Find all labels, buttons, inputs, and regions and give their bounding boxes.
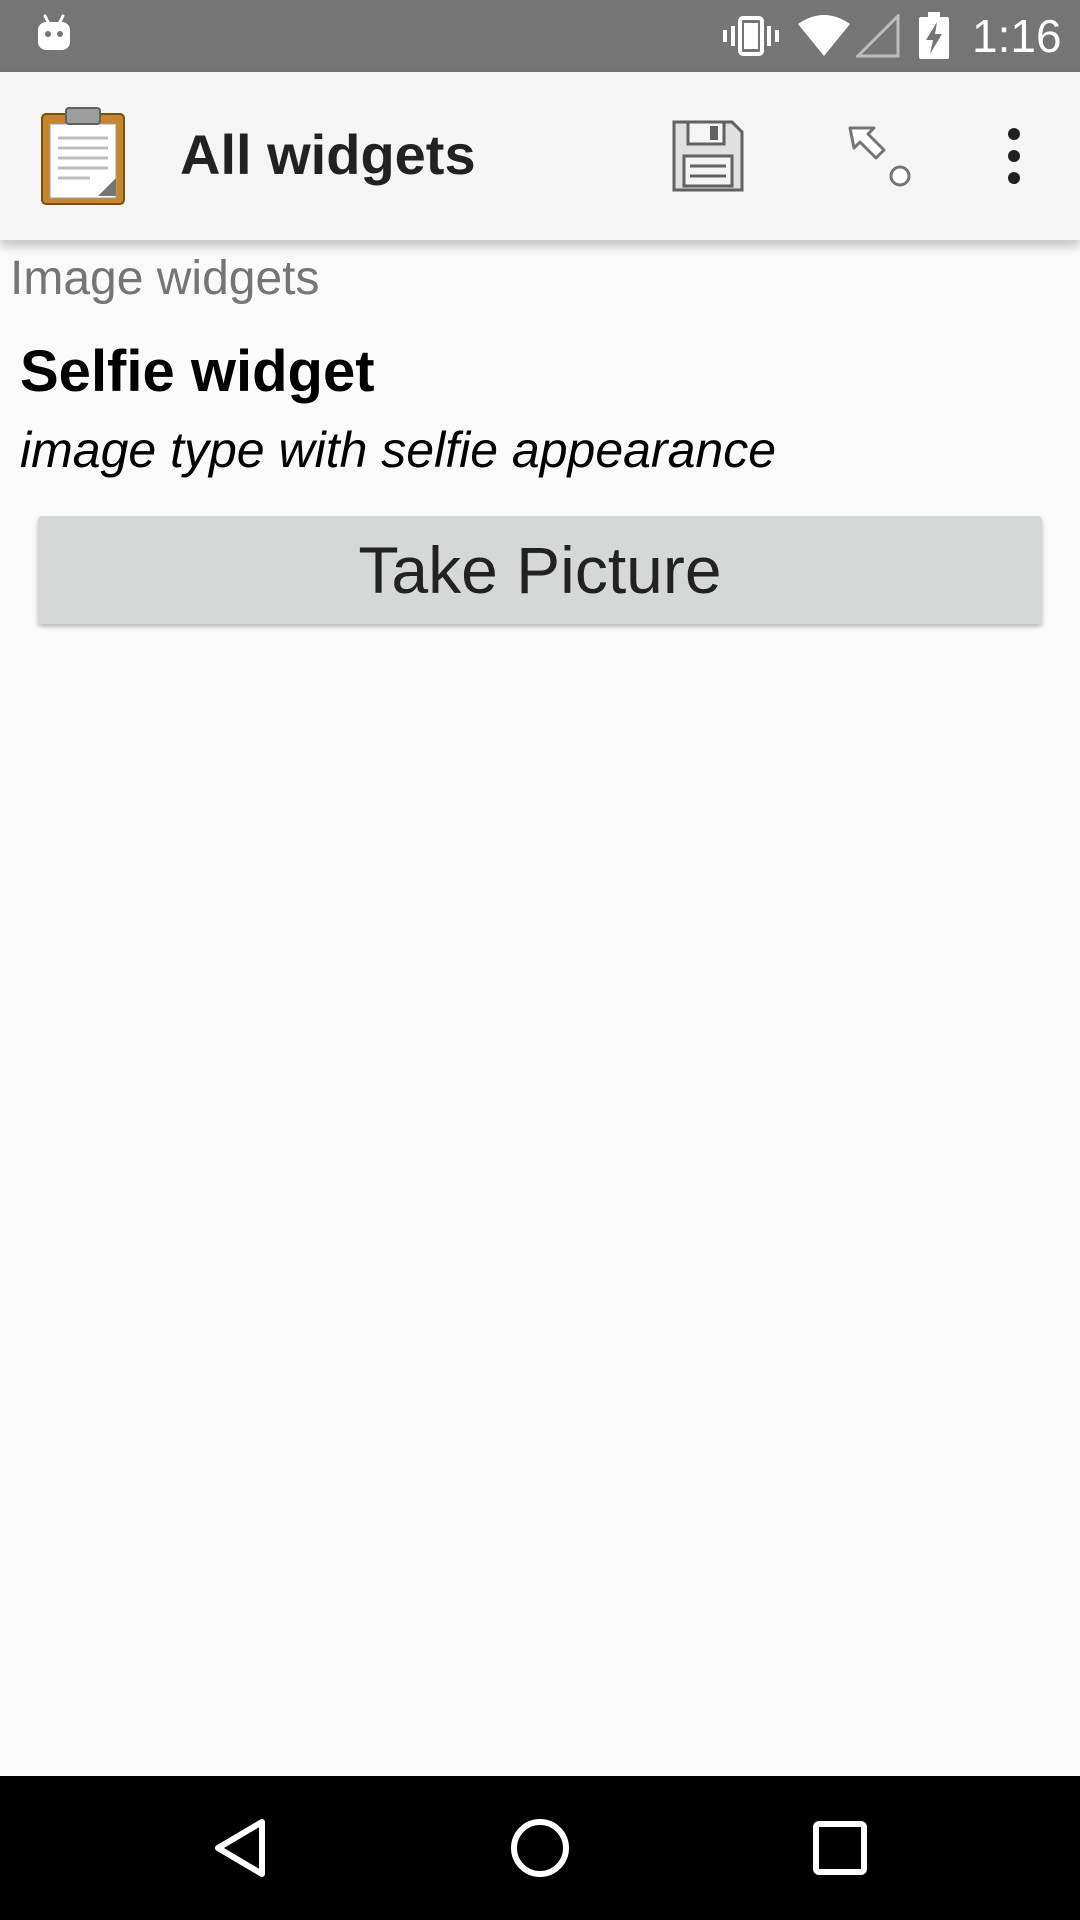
recents-icon [813, 1821, 867, 1875]
back-icon [215, 1819, 265, 1877]
go-to-button[interactable] [832, 112, 928, 200]
home-button[interactable] [492, 1804, 588, 1892]
app-title: All widgets [180, 123, 476, 186]
jump-arrow-icon [848, 126, 911, 187]
status-clock: 1:16 [972, 10, 1062, 62]
take-picture-button[interactable]: Take Picture [38, 516, 1042, 624]
group-label: Image widgets [10, 252, 320, 305]
back-button[interactable] [192, 1804, 288, 1892]
vibrate-icon [723, 16, 779, 56]
wifi-icon [798, 15, 850, 56]
navigation-bar [0, 1776, 1080, 1920]
form-content: Image widgets Selfie widget image type w… [0, 240, 1080, 1776]
home-icon [511, 1819, 569, 1877]
recents-button[interactable] [792, 1804, 888, 1892]
battery-charging-icon [919, 12, 949, 59]
save-button[interactable] [660, 112, 756, 200]
vertical-dots-icon [1008, 128, 1020, 184]
app-bar: All widgets [0, 72, 1080, 240]
android-icon [38, 14, 70, 50]
status-bar: 1:16 [0, 0, 1080, 72]
floppy-disk-icon [672, 120, 744, 192]
question-hint: image type with selfie appearance [20, 422, 777, 478]
clipboard-icon [41, 107, 125, 205]
signal-icon [856, 14, 900, 58]
more-options-button[interactable] [976, 112, 1052, 200]
question-label: Selfie widget [20, 339, 375, 404]
